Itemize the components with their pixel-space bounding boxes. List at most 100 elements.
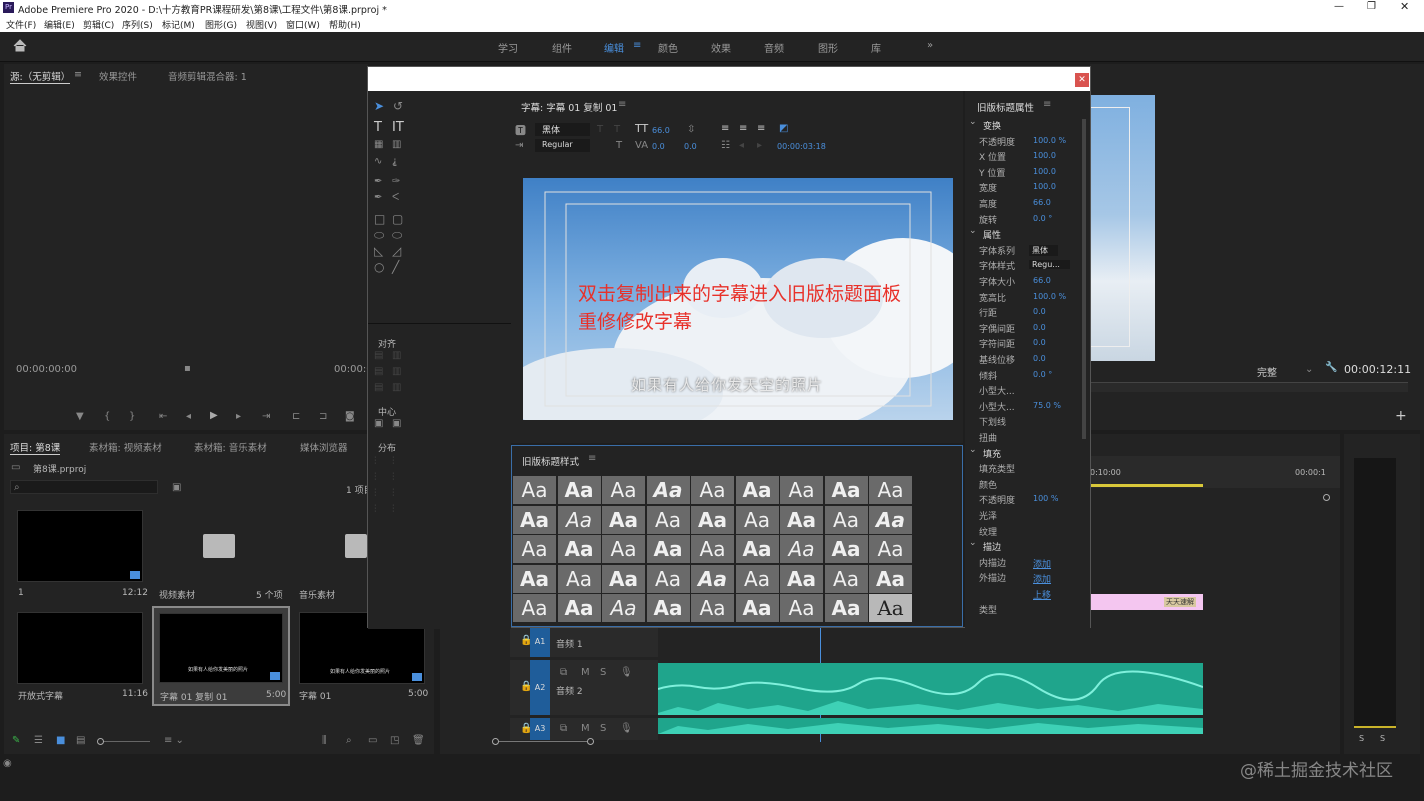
panel-menu-icon[interactable]: ≡ <box>588 454 596 464</box>
background-video-icon[interactable]: 🆃 <box>515 125 526 136</box>
style-swatch[interactable]: Aa <box>869 476 912 504</box>
property-value[interactable]: 添加 <box>1033 572 1051 585</box>
align-bottom-icon[interactable]: ▥ <box>392 383 401 393</box>
italic-icon[interactable]: T <box>614 125 620 135</box>
tab-audio-clip-mixer[interactable]: 音频剪辑混合器: 1 <box>168 69 247 83</box>
sync-icon[interactable]: ⧉ <box>560 724 567 734</box>
font-style-select[interactable]: Regular <box>535 139 590 152</box>
tab-video-bin[interactable]: 素材箱: 视频素材 <box>89 440 162 454</box>
menu-window[interactable]: 窗口(W) <box>286 18 320 31</box>
tab-menu-icon[interactable]: ≡ <box>74 69 82 80</box>
vertical-scroll-handle[interactable] <box>1323 494 1330 501</box>
panel-menu-icon[interactable]: ≡ <box>618 100 626 110</box>
solo-button[interactable]: S <box>600 668 606 678</box>
line-tool-icon[interactable]: ╱ <box>392 261 399 273</box>
property-value[interactable]: 添加 <box>1033 557 1051 570</box>
rounded-corner-tool-icon[interactable]: ⬭ <box>392 229 402 241</box>
status-icon[interactable]: ◉ <box>3 759 12 769</box>
area-type-tool-icon[interactable]: ▦ <box>374 140 383 150</box>
style-swatch[interactable]: Aa <box>557 594 601 622</box>
style-swatch[interactable]: Aa <box>691 594 734 622</box>
menu-graphics[interactable]: 图形(G) <box>205 18 237 31</box>
section-header-stroke[interactable]: 描边 <box>983 540 1001 553</box>
property-value[interactable]: 100.0 <box>1033 182 1056 191</box>
property-value[interactable]: 66.0 <box>1033 198 1051 207</box>
rotation-tool-icon[interactable]: ↺ <box>393 100 403 112</box>
go-to-out-icon[interactable]: ⇥ <box>262 412 270 422</box>
video-back-icon[interactable]: ◂ <box>739 141 744 151</box>
property-value[interactable]: 75.0 % <box>1033 401 1061 410</box>
distribute-icon[interactable]: ⫶ <box>374 489 377 499</box>
style-swatch[interactable]: Aa <box>646 535 690 563</box>
property-value[interactable]: 0.0 <box>1033 307 1046 316</box>
step-forward-icon[interactable]: ▸ <box>236 412 241 422</box>
align-center-text-icon[interactable]: ≡ <box>739 124 747 134</box>
add-anchor-tool-icon[interactable]: ✒ <box>374 193 382 203</box>
property-value[interactable]: 100.0 <box>1033 151 1056 160</box>
font-size-value[interactable]: 66.0 <box>652 126 670 135</box>
style-swatch[interactable]: Aa <box>602 476 645 504</box>
style-swatch[interactable]: Aa <box>780 535 823 563</box>
distribute-icon[interactable]: ⫶ <box>374 505 377 515</box>
restore-button[interactable]: ❐ <box>1367 1 1376 12</box>
style-swatch[interactable]: Aa <box>691 535 734 563</box>
workspace-libraries[interactable]: 库 <box>871 40 881 55</box>
style-swatch[interactable]: Aa <box>735 594 779 622</box>
thumb-clip-1[interactable] <box>17 510 143 582</box>
kerning-value[interactable]: 0.0 <box>652 142 665 151</box>
minimize-button[interactable]: — <box>1334 1 1344 12</box>
leading-value[interactable]: 0.0 <box>684 142 697 151</box>
style-swatch[interactable]: Aa <box>780 564 823 593</box>
style-swatch[interactable]: Aa <box>602 594 645 622</box>
audio-clip-a2[interactable] <box>657 663 1204 715</box>
arc-tool-icon[interactable]: ◿ <box>392 245 401 257</box>
workspace-graphics[interactable]: 图形 <box>818 40 838 55</box>
tab-project[interactable]: 项目: 第8课 <box>10 440 61 455</box>
style-swatch[interactable]: Aa <box>513 594 556 622</box>
style-swatch[interactable]: Aa <box>513 564 556 593</box>
find-icon[interactable]: ⌕ <box>346 736 352 746</box>
property-value[interactable]: 66.0 <box>1033 276 1051 285</box>
delete-anchor-tool-icon[interactable]: ✑ <box>392 177 400 187</box>
menu-view[interactable]: 视图(V) <box>246 18 277 31</box>
microphone-icon[interactable]: 🎙 <box>620 724 633 734</box>
program-fit-dropdown[interactable]: 完整 <box>1257 364 1277 379</box>
play-icon[interactable]: ▶ <box>210 411 218 421</box>
style-swatch[interactable]: Aa <box>824 535 868 563</box>
track-id[interactable]: A1 <box>530 627 550 657</box>
style-swatch[interactable]: Aa <box>824 594 868 622</box>
style-swatch[interactable]: Aa <box>513 505 556 534</box>
pencil-icon[interactable]: ✎ <box>12 736 20 746</box>
menu-markers[interactable]: 标记(M) <box>162 18 195 31</box>
menu-help[interactable]: 帮助(H) <box>329 18 361 31</box>
section-header-attributes[interactable]: 属性 <box>983 228 1001 241</box>
style-swatch[interactable]: Aa <box>557 564 601 593</box>
font-family-select[interactable]: 黑体 <box>535 123 590 136</box>
zoom-slider[interactable] <box>97 738 150 745</box>
underline-icon[interactable]: T <box>616 141 622 151</box>
property-value[interactable]: 100.0 % <box>1033 136 1066 145</box>
title-clip[interactable]: 天天速解 <box>1090 594 1203 610</box>
style-swatch[interactable]: Aa <box>735 505 779 534</box>
audio-clip-a3[interactable] <box>658 718 1203 734</box>
style-swatch[interactable]: Aa <box>691 564 734 593</box>
work-area-bar[interactable] <box>1090 484 1203 487</box>
selected-item-card[interactable]: 如果有人给你发美丽的照片 字幕 01 复制 01 5:00 <box>152 606 290 706</box>
chevron-down-icon[interactable]: ⌄ <box>969 538 977 548</box>
title-canvas[interactable]: 双击复制出来的字幕进入旧版标题面板重修修改字幕 如果有人给你发天空的照片 <box>523 178 953 420</box>
section-header-fill[interactable]: 填充 <box>983 447 1001 460</box>
vertical-area-type-tool-icon[interactable]: ▥ <box>392 140 401 150</box>
selection-tool-icon[interactable]: ➤ <box>374 100 384 112</box>
style-swatch[interactable]: Aa <box>869 535 912 563</box>
property-value[interactable]: 0.0 ° <box>1033 214 1052 223</box>
align-left-text-icon[interactable]: ≡ <box>721 124 729 134</box>
property-value[interactable]: 0.0 <box>1033 323 1046 332</box>
distribute-icon[interactable]: ⫶ <box>392 505 395 515</box>
mute-button[interactable]: M <box>581 668 590 678</box>
show-video-icon[interactable]: ◩ <box>779 124 788 134</box>
go-to-in-icon[interactable]: ⇤ <box>159 412 167 422</box>
style-swatch[interactable]: Aa <box>646 564 690 593</box>
automate-icon[interactable]: ⫼ <box>322 736 327 746</box>
tab-stops-icon[interactable]: ⇥ <box>515 141 523 151</box>
property-value[interactable]: 上移 <box>1033 588 1051 601</box>
